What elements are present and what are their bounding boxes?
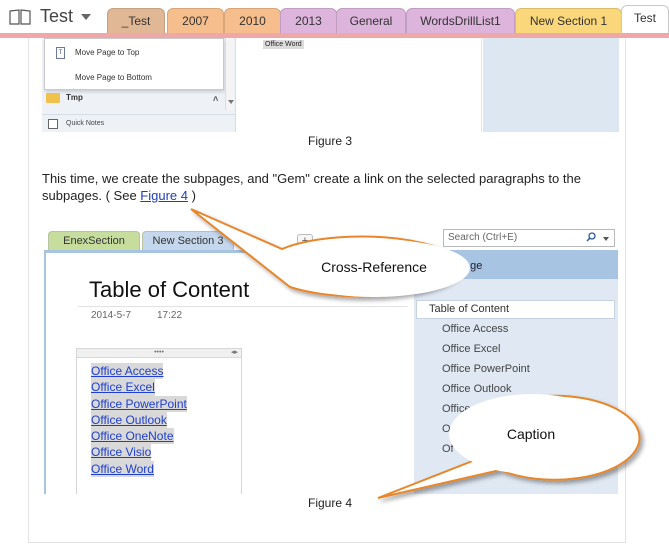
- quick-notes-label: Quick Notes: [66, 120, 105, 127]
- section-group-tmp[interactable]: Tmp ˄: [46, 90, 222, 106]
- title-divider: [78, 306, 408, 307]
- notebook-icon: [9, 9, 31, 25]
- container-drag-handle[interactable]: •••• ◂▸: [77, 349, 241, 358]
- section-tab-test[interactable]: _Test: [107, 8, 165, 34]
- paragraph-text-end: ): [188, 188, 196, 203]
- scroll-down-icon[interactable]: [228, 100, 234, 104]
- link-item[interactable]: Office Outlook: [91, 411, 167, 429]
- section-tab-new-section-1[interactable]: New Section 1: [515, 8, 622, 34]
- pages-pane: [483, 38, 619, 132]
- subpage-item[interactable]: Office Access: [442, 320, 612, 338]
- note-container[interactable]: •••• ◂▸ Office Access Office Excel Office …: [76, 348, 242, 494]
- caption-label: Caption: [506, 426, 556, 442]
- note-area: Office Word: [237, 38, 482, 132]
- context-menu: T Move Page to Top Move Page to Bottom: [44, 38, 224, 90]
- menu-item-move-page-to-top[interactable]: T Move Page to Top: [45, 41, 225, 65]
- section-tab-general[interactable]: General: [336, 8, 406, 34]
- section-tab-wordsdrilllist1[interactable]: WordsDrillList1: [406, 8, 515, 34]
- menu-item-move-page-to-bottom[interactable]: Move Page to Bottom: [45, 66, 225, 90]
- link-item[interactable]: Office Access: [91, 363, 164, 380]
- page-list-pane: T Move Page to Top Move Page to Bottom T…: [42, 38, 236, 132]
- search-placeholder: Search (Ctrl+E): [448, 232, 518, 243]
- section-tab-2010[interactable]: 2010: [224, 8, 281, 34]
- quick-notes-link[interactable]: Quick Notes: [42, 114, 236, 132]
- link-item[interactable]: Office OneNote: [91, 428, 174, 445]
- section-tab-2007[interactable]: 2007: [167, 8, 224, 34]
- tab-new-section-3[interactable]: New Section 3: [142, 231, 234, 251]
- figure-4-caption: Figure 4: [307, 496, 353, 510]
- note-page: Table of Content 2014-5-7 17:22 •••• ◂▸ …: [46, 253, 414, 494]
- menu-item-label: Move Page to Bottom: [75, 73, 152, 82]
- link-list: Office Access Office Excel Office PowerPoi…: [91, 363, 187, 478]
- page-icon: T: [56, 47, 65, 59]
- section-group-label: Tmp: [66, 93, 83, 102]
- resize-handle-icon[interactable]: ◂▸: [231, 349, 238, 356]
- subpage-item[interactable]: Office Outlook: [442, 380, 612, 398]
- notebook-bar: Test _Test 2007 2010 2013 General WordsDrillL…: [0, 0, 669, 38]
- notebook-title[interactable]: Test: [40, 6, 73, 27]
- search-input[interactable]: Search (Ctrl+E): [443, 229, 615, 247]
- search-scope-dropdown-icon[interactable]: [603, 237, 609, 241]
- figure-3-caption: Figure 3: [307, 134, 353, 148]
- page-title[interactable]: Table of Content: [89, 277, 249, 303]
- subpage-item[interactable]: Office Excel: [442, 340, 612, 358]
- body-paragraph: This time, we create the subpages, and "…: [42, 170, 612, 204]
- page-date: 2014-5-7: [91, 310, 132, 321]
- notebook-dropdown-icon[interactable]: [81, 14, 91, 20]
- cross-reference-label: Cross-Reference: [321, 259, 427, 275]
- collapse-icon[interactable]: ˄: [213, 91, 218, 107]
- page-item-table-of-content[interactable]: Table of Content: [416, 300, 615, 319]
- figure-3-screenshot: T Move Page to Top Move Page to Bottom T…: [42, 38, 619, 132]
- link-item[interactable]: Office Excel: [91, 379, 155, 396]
- page-tabs-pane: age Table of Content Office Access Office…: [414, 253, 618, 494]
- link-item[interactable]: Office Visio: [91, 444, 152, 461]
- search-icon[interactable]: [586, 232, 596, 242]
- section-tab-test[interactable]: Test: [621, 5, 669, 35]
- folder-icon: [46, 93, 60, 103]
- subpage-item[interactable]: Of: [442, 440, 612, 458]
- link-item[interactable]: Office PowerPoint: [91, 395, 187, 412]
- selected-text-chip: Office Word: [263, 40, 304, 49]
- add-section-button[interactable]: +: [297, 234, 313, 248]
- figure-4-link[interactable]: Figure 4: [140, 188, 188, 203]
- subpage-item[interactable]: Office PowerPoint: [442, 360, 612, 378]
- page-time: 17:22: [157, 310, 183, 321]
- scrollbar[interactable]: [225, 38, 234, 110]
- tab-enexsection[interactable]: EnexSection: [48, 231, 140, 251]
- paragraph-text: This time, we create the subpages, and "…: [42, 171, 581, 203]
- menu-item-label: Move Page to Top: [75, 48, 140, 57]
- subpage-item[interactable]: Office O: [442, 400, 612, 418]
- quick-notes-icon: [48, 119, 58, 129]
- link-item[interactable]: Office Word: [91, 460, 154, 478]
- section-tab-2013[interactable]: 2013: [280, 8, 337, 34]
- section-tabstrip: EnexSection New Section 3 + Search (Ctrl…: [44, 226, 618, 251]
